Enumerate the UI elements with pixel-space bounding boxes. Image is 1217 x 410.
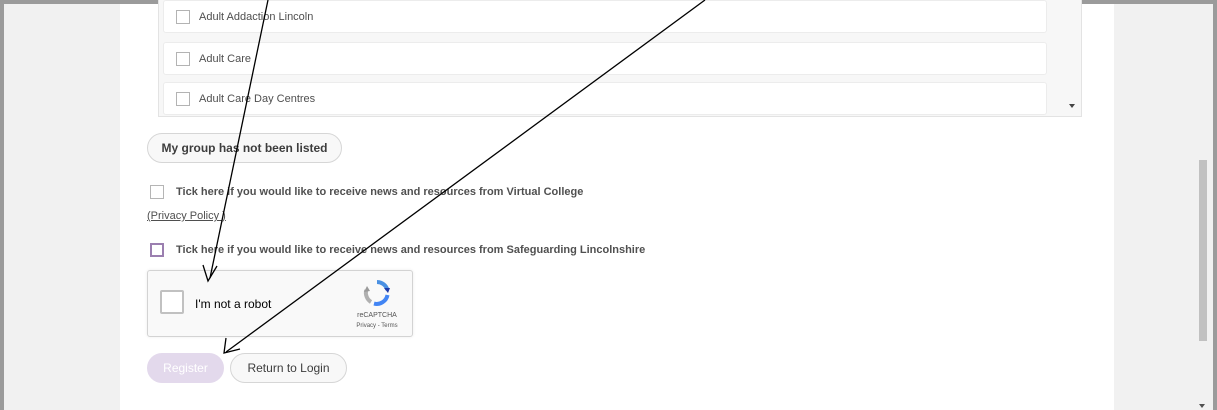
- virtual-college-option[interactable]: Tick here if you would like to receive n…: [150, 185, 583, 199]
- page-scrollbar[interactable]: [1196, 4, 1209, 410]
- group-list[interactable]: Adult Addaction Lincoln Adult Care Adult…: [158, 0, 1082, 117]
- group-not-listed-button[interactable]: My group has not been listed: [147, 133, 342, 163]
- group-item-label: Adult Addaction Lincoln: [199, 10, 314, 23]
- recaptcha-links[interactable]: Privacy - Terms: [351, 323, 403, 329]
- recaptcha-brand: reCAPTCHA: [357, 312, 397, 319]
- recaptcha-logo-icon: [363, 280, 390, 306]
- safeguarding-option[interactable]: Tick here if you would like to receive n…: [150, 243, 645, 257]
- recaptcha-widget: I'm not a robot reCAPTCHA Privacy - Term…: [147, 270, 413, 337]
- scrollbar-thumb[interactable]: [1199, 160, 1207, 341]
- group-item-label: Adult Care Day Centres: [199, 92, 316, 105]
- safeguarding-label: Tick here if you would like to receive n…: [176, 244, 646, 256]
- recaptcha-checkbox[interactable]: [160, 290, 184, 314]
- group-item[interactable]: Adult Care Day Centres: [163, 82, 1047, 115]
- group-checkbox[interactable]: [176, 51, 190, 66]
- group-item[interactable]: Adult Addaction Lincoln: [163, 0, 1047, 33]
- virtual-college-label: Tick here if you would like to receive n…: [176, 186, 584, 198]
- register-button[interactable]: Register: [147, 353, 224, 383]
- safeguarding-checkbox[interactable]: [150, 243, 164, 257]
- scroll-down-arrow-icon[interactable]: [1199, 404, 1205, 408]
- group-item[interactable]: Adult Care: [163, 42, 1047, 75]
- group-item-label: Adult Care: [199, 52, 251, 65]
- privacy-policy-link[interactable]: (Privacy Policy ): [147, 210, 226, 222]
- return-to-login-button[interactable]: Return to Login: [230, 353, 347, 383]
- recaptcha-label: I'm not a robot: [195, 297, 272, 311]
- group-checkbox[interactable]: [176, 9, 190, 24]
- virtual-college-checkbox[interactable]: [150, 185, 164, 199]
- group-checkbox[interactable]: [176, 91, 190, 106]
- list-scroll-down-icon[interactable]: [1069, 104, 1075, 108]
